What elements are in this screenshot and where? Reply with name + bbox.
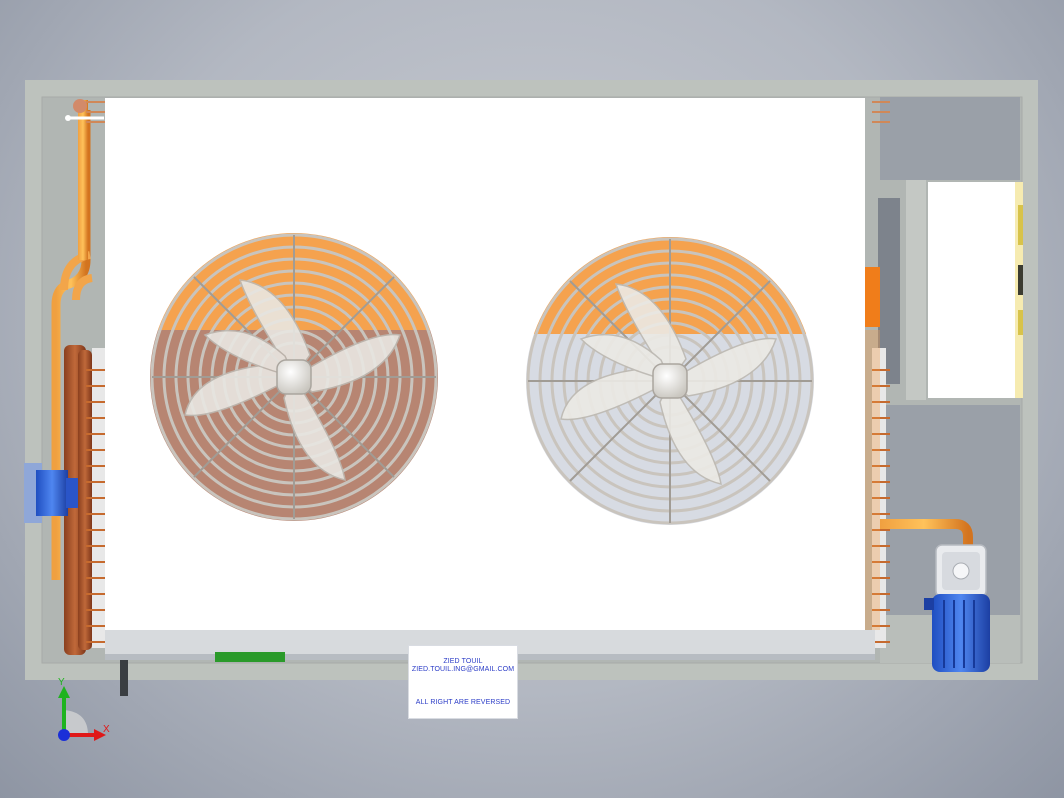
cad-viewport bbox=[24, 80, 1038, 741]
triad-x-label: X bbox=[103, 724, 110, 735]
author-email: ZIED.TOUIL.ING@GMAIL.COM bbox=[411, 666, 515, 673]
triad-y-label: Y bbox=[58, 677, 65, 688]
rights-notice: ALL RIGHT ARE REVERSED bbox=[415, 699, 511, 706]
title-block: ZIED TOUIL ZIED.TOUIL.ING@GMAIL.COM ALL … bbox=[409, 646, 517, 718]
electrical-box bbox=[928, 182, 1023, 398]
coordinate-triad-icon bbox=[58, 686, 106, 741]
